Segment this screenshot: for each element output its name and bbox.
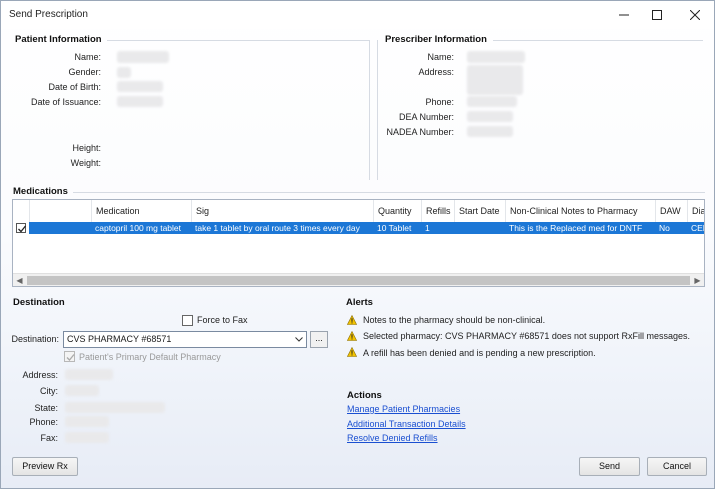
destination-city-value	[65, 385, 99, 396]
prescriber-group-line	[493, 40, 703, 41]
window-title: Send Prescription	[9, 9, 88, 20]
patient-dob-label: Date of Birth:	[48, 82, 101, 92]
minimize-icon	[619, 14, 629, 16]
column-header-daw[interactable]: DAW	[655, 200, 687, 222]
patient-issuance-value	[117, 96, 163, 107]
checkmark-icon	[66, 354, 75, 361]
medications-grid[interactable]: Medication Sig Quantity Refills Start Da…	[12, 199, 705, 287]
primary-default-checkbox[interactable]	[64, 351, 75, 362]
checkmark-icon	[18, 225, 27, 233]
cell-notes: This is the Replaced med for DNTF	[509, 223, 643, 233]
destination-phone-label: Phone:	[29, 417, 58, 427]
alert-item: Selected pharmacy: CVS PHARMACY #68571 d…	[363, 331, 690, 341]
maximize-icon	[652, 10, 662, 20]
warning-icon	[347, 347, 357, 357]
maximize-button[interactable]	[639, 1, 675, 29]
patient-group-border	[369, 40, 370, 180]
close-button[interactable]	[677, 1, 713, 29]
prescriber-phone-label: Phone:	[425, 97, 454, 107]
cell-medication: captopril 100 mg tablet	[95, 223, 181, 233]
preview-rx-button[interactable]: Preview Rx	[12, 457, 78, 476]
destination-label: Destination:	[11, 334, 59, 344]
destination-fax-label: Fax:	[40, 433, 58, 443]
cell-daw: No	[659, 223, 670, 233]
send-prescription-window: Send Prescription Patient Information Na…	[0, 0, 715, 489]
cell-sig: take 1 tablet by oral route 3 times ever…	[195, 223, 360, 233]
scrollbar-thumb[interactable]	[27, 276, 690, 285]
column-header-sig[interactable]: Sig	[191, 200, 373, 222]
close-icon	[690, 10, 700, 20]
destination-phone-value	[65, 416, 109, 427]
alert-item: Notes to the pharmacy should be non-clin…	[363, 315, 546, 325]
resolve-denied-refills-link[interactable]: Resolve Denied Refills	[347, 433, 438, 443]
destination-state-label: State:	[34, 403, 58, 413]
row-checkbox[interactable]	[16, 223, 27, 233]
prescriber-name-label: Name:	[427, 52, 454, 62]
destination-address-value	[65, 369, 113, 380]
cell-refills: 1	[425, 223, 430, 233]
column-header-notes[interactable]: Non-Clinical Notes to Pharmacy	[505, 200, 655, 222]
actions-section-title: Actions	[347, 390, 382, 401]
prescriber-section-title: Prescriber Information	[385, 34, 487, 45]
column-header-blank[interactable]	[29, 200, 91, 222]
alert-item: A refill has been denied and is pending …	[363, 348, 596, 358]
column-header-medication[interactable]: Medication	[91, 200, 191, 222]
destination-state-value	[65, 402, 165, 413]
prescriber-dea-label: DEA Number:	[398, 112, 454, 122]
send-button[interactable]: Send	[579, 457, 640, 476]
prescriber-nadea-value	[467, 126, 513, 137]
medications-section-title: Medications	[13, 186, 68, 197]
cancel-button[interactable]: Cancel	[647, 457, 707, 476]
horizontal-scrollbar[interactable]: ◀ ▶	[13, 273, 704, 286]
chevron-down-icon[interactable]	[291, 332, 306, 347]
prescriber-nadea-label: NADEA Number:	[386, 127, 454, 137]
patient-weight-label: Weight:	[70, 158, 101, 168]
patient-group-line	[107, 40, 369, 41]
patient-height-label: Height:	[72, 143, 101, 153]
title-bar: Send Prescription	[1, 1, 714, 29]
primary-default-label: Patient's Primary Default Pharmacy	[79, 352, 221, 362]
destination-address-label: Address:	[22, 370, 58, 380]
prescriber-phone-value	[467, 96, 517, 107]
force-fax-label: Force to Fax	[197, 315, 248, 325]
table-row[interactable]: captopril 100 mg tablet take 1 tablet by…	[13, 222, 704, 234]
prescriber-dea-value	[467, 111, 513, 122]
minimize-button[interactable]	[606, 1, 642, 29]
additional-transaction-details-link[interactable]: Additional Transaction Details	[347, 419, 466, 429]
patient-section-title: Patient Information	[15, 34, 102, 45]
warning-icon	[347, 331, 357, 341]
destination-section-title: Destination	[13, 297, 65, 308]
cell-quantity: 10 Tablet	[377, 223, 412, 233]
destination-select[interactable]: CVS PHARMACY #68571	[63, 331, 307, 348]
destination-city-label: City:	[40, 386, 58, 396]
patient-name-label: Name:	[74, 52, 101, 62]
browse-pharmacy-button[interactable]: ...	[310, 331, 328, 348]
medications-group-line	[73, 192, 705, 193]
prescriber-address-label: Address:	[418, 67, 454, 77]
patient-gender-label: Gender:	[68, 67, 101, 77]
cell-start-date	[454, 222, 505, 234]
column-header-quantity[interactable]: Quantity	[373, 200, 421, 222]
patient-name-value	[117, 51, 169, 63]
force-fax-checkbox[interactable]	[182, 315, 193, 326]
destination-select-value: CVS PHARMACY #68571	[67, 334, 172, 344]
scroll-right-icon[interactable]: ▶	[691, 274, 704, 286]
patient-dob-value	[117, 81, 163, 92]
warning-icon	[347, 315, 357, 325]
patient-issuance-label: Date of Issuance:	[30, 97, 101, 107]
scroll-left-icon[interactable]: ◀	[13, 274, 26, 286]
column-header-start-date[interactable]: Start Date	[454, 200, 505, 222]
alerts-section-title: Alerts	[346, 297, 373, 308]
manage-patient-pharmacies-link[interactable]: Manage Patient Pharmacies	[347, 404, 460, 414]
column-header-diagnosis[interactable]: Diagn	[687, 200, 704, 222]
medications-grid-header: Medication Sig Quantity Refills Start Da…	[13, 200, 704, 222]
prescriber-address-value	[467, 65, 523, 95]
destination-fax-value	[65, 432, 109, 443]
prescriber-group-border	[377, 40, 378, 180]
prescriber-name-value	[467, 51, 525, 63]
patient-gender-value	[117, 67, 131, 78]
column-header-refills[interactable]: Refills	[421, 200, 454, 222]
cell-diagnosis: CELL	[691, 223, 704, 233]
